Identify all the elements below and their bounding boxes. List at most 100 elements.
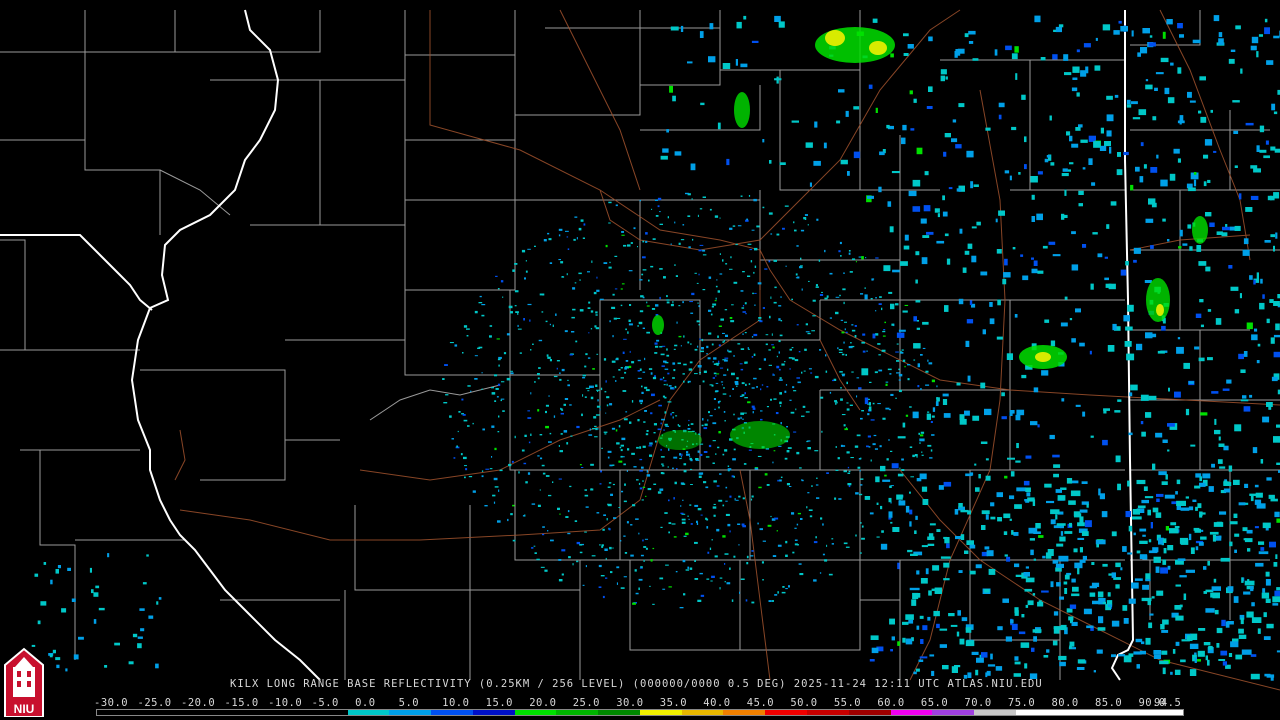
echo-speck <box>913 98 917 103</box>
echo-speck <box>560 261 564 264</box>
echo-speck <box>467 425 470 427</box>
echo-speck <box>616 566 620 569</box>
echo-speck <box>718 406 720 409</box>
echo-speck <box>1009 410 1015 414</box>
echo-speck <box>751 405 755 408</box>
echo-speck <box>1266 60 1274 65</box>
echo-speck <box>629 350 631 353</box>
echo-speck <box>1235 25 1241 30</box>
echo-speck <box>1003 531 1008 535</box>
echo-speck <box>658 404 662 407</box>
echo-speck <box>1052 560 1059 564</box>
echo-speck <box>642 445 646 448</box>
echo-speck <box>604 433 607 435</box>
echo-speck <box>623 463 626 466</box>
echo-speck <box>860 522 862 524</box>
echo-speck <box>995 666 1003 671</box>
echo-speck <box>1170 671 1173 675</box>
echo-speck <box>843 542 848 545</box>
echo-speck <box>596 289 600 292</box>
echo-speck <box>804 348 807 351</box>
scale-label: 10.0 <box>442 697 470 709</box>
echo-speck <box>916 570 920 575</box>
echo-speck <box>1155 432 1163 438</box>
echo-speck <box>517 328 522 330</box>
echo-speck <box>466 335 469 337</box>
echo-speck <box>685 569 690 571</box>
echo-speck <box>692 238 694 241</box>
echo-speck <box>816 218 819 221</box>
echo-speck <box>859 469 861 472</box>
echo-speck <box>603 262 608 264</box>
echo-speck <box>724 309 728 311</box>
echo-speck <box>1071 593 1080 597</box>
echo-speck <box>628 365 632 368</box>
echo-speck <box>1126 353 1135 361</box>
echo-speck <box>881 349 886 352</box>
echo-speck <box>621 490 624 493</box>
echo-speck <box>642 269 647 271</box>
echo-speck <box>618 460 623 463</box>
echo-speck <box>1208 645 1213 650</box>
echo-speck <box>921 257 928 265</box>
echo-speck <box>605 577 608 579</box>
echo-speck <box>885 383 888 386</box>
echo-speck <box>740 348 745 350</box>
echo-speck <box>959 228 963 234</box>
echo-speck <box>794 539 798 541</box>
echo-speck <box>1250 586 1254 592</box>
echo-speck <box>896 332 905 338</box>
echo-speck <box>889 618 895 625</box>
echo-speck <box>718 431 721 434</box>
echo-speck <box>882 330 886 333</box>
echo-speck <box>675 571 678 573</box>
echo-speck <box>966 319 974 324</box>
echo-speck <box>1090 435 1094 438</box>
echo-speck <box>493 477 498 481</box>
echo-speck <box>1145 637 1151 645</box>
echo-speck <box>1275 554 1278 559</box>
echo-speck <box>621 234 625 236</box>
echo-speck <box>785 265 787 267</box>
echo-speck <box>905 614 914 620</box>
echo-speck <box>1056 543 1064 547</box>
echo-speck <box>927 616 931 621</box>
echo-speck <box>1194 652 1197 655</box>
echo-speck <box>620 449 623 452</box>
echo-speck <box>558 559 562 561</box>
echo-speck <box>1012 247 1016 250</box>
echo-speck <box>1059 596 1064 600</box>
echo-speck <box>927 543 935 546</box>
echo-speck <box>657 205 660 208</box>
echo-speck <box>672 362 676 365</box>
echo-speck <box>599 409 601 411</box>
echo-speck <box>784 361 786 363</box>
echo-speck <box>719 217 721 219</box>
echo-speck <box>1209 222 1215 227</box>
echo-speck <box>1043 655 1049 658</box>
echo-speck <box>779 401 782 405</box>
echo-speck <box>530 433 532 436</box>
echo-speck <box>527 410 530 412</box>
echo-speck <box>670 243 672 245</box>
echo-speck <box>691 198 693 200</box>
echo-speck <box>757 522 759 525</box>
echo-speck <box>758 317 762 319</box>
echo-speck <box>713 363 717 365</box>
echo-speck <box>462 414 466 416</box>
echo-speck <box>595 427 598 431</box>
echo-speck <box>1046 155 1051 158</box>
echo-speck <box>642 371 646 373</box>
echo-speck <box>1167 449 1170 452</box>
echo-speck <box>531 503 536 505</box>
echo-speck <box>587 307 591 309</box>
echo-speck <box>1176 500 1186 506</box>
echo-speck <box>453 457 456 459</box>
echo-speck <box>671 523 676 525</box>
echo-speck <box>1128 598 1136 604</box>
echo-speck <box>676 321 678 324</box>
echo-speck <box>723 411 726 413</box>
echo-speck <box>752 407 756 410</box>
echo-speck <box>583 223 586 226</box>
echo-speck <box>630 524 633 526</box>
